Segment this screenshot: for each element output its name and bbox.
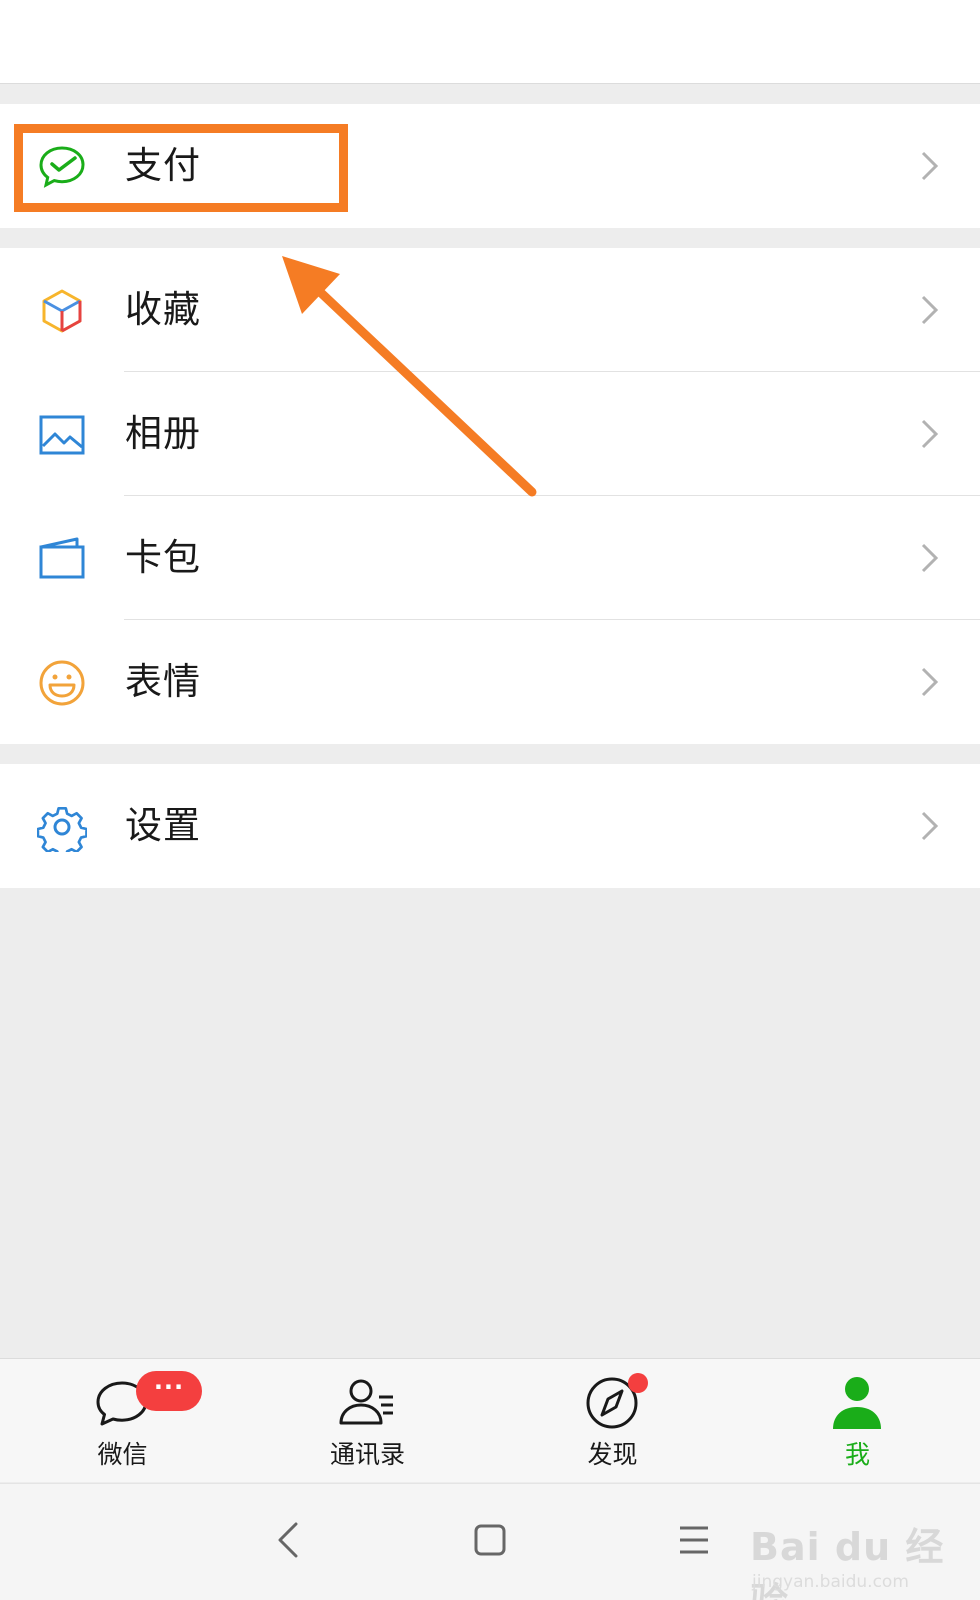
menu-item-label: 卡包 <box>125 536 201 579</box>
tab-label: 微信 <box>97 1440 148 1469</box>
menu-item-cards[interactable]: 卡包 <box>0 496 980 620</box>
chevron-right-icon <box>918 150 942 182</box>
tab-label: 我 <box>844 1440 870 1469</box>
chevron-right-icon <box>918 418 942 450</box>
settings-gear-icon <box>37 802 87 852</box>
card-wallet-icon <box>37 534 87 584</box>
menu-item-stickers[interactable]: 表情 <box>0 620 980 744</box>
system-nav-bar: Bai du 经验 jingyan.baidu.com <box>0 1483 980 1600</box>
menu-item-favorites[interactable]: 收藏 <box>0 248 980 372</box>
menu-item-album[interactable]: 相册 <box>0 372 980 496</box>
favorites-cube-icon <box>37 286 87 336</box>
tab-discover[interactable]: 发现 <box>490 1359 735 1483</box>
album-picture-icon <box>37 410 87 460</box>
menu-item-label: 设置 <box>125 804 201 847</box>
watermark-url: jingyan.baidu.com <box>752 1572 909 1592</box>
menu-item-settings[interactable]: 设置 <box>0 764 980 888</box>
menu-group-main: 收藏 相册 卡包 表情 <box>0 248 980 744</box>
tab-me[interactable]: 我 <box>735 1359 980 1483</box>
menu-item-label: 收藏 <box>125 288 201 331</box>
menu-item-label: 相册 <box>125 412 201 455</box>
menu-group-settings: 设置 <box>0 764 980 888</box>
chevron-right-icon <box>918 294 942 326</box>
sticker-smile-icon <box>37 658 87 708</box>
chevron-right-icon <box>918 810 942 842</box>
unread-badge: ··· <box>136 1371 202 1411</box>
chevron-right-icon <box>918 542 942 574</box>
back-icon[interactable] <box>268 1518 312 1562</box>
menu-item-label: 表情 <box>125 660 201 703</box>
annotation-highlight-box <box>14 124 348 212</box>
tab-contacts[interactable]: 通讯录 <box>245 1359 490 1483</box>
new-discover-dot <box>628 1373 648 1393</box>
bottom-tab-bar: ··· 微信 通讯录 发现 我 <box>0 1358 980 1482</box>
tab-label: 通讯录 <box>329 1440 405 1469</box>
chevron-right-icon <box>918 666 942 698</box>
tab-chats[interactable]: ··· 微信 <box>0 1359 245 1483</box>
home-icon[interactable] <box>468 1518 512 1562</box>
contacts-icon <box>337 1375 397 1431</box>
menu-icon[interactable] <box>672 1518 716 1562</box>
top-blank-area <box>0 0 980 84</box>
me-person-icon <box>827 1375 887 1431</box>
tab-label: 发现 <box>587 1440 638 1469</box>
